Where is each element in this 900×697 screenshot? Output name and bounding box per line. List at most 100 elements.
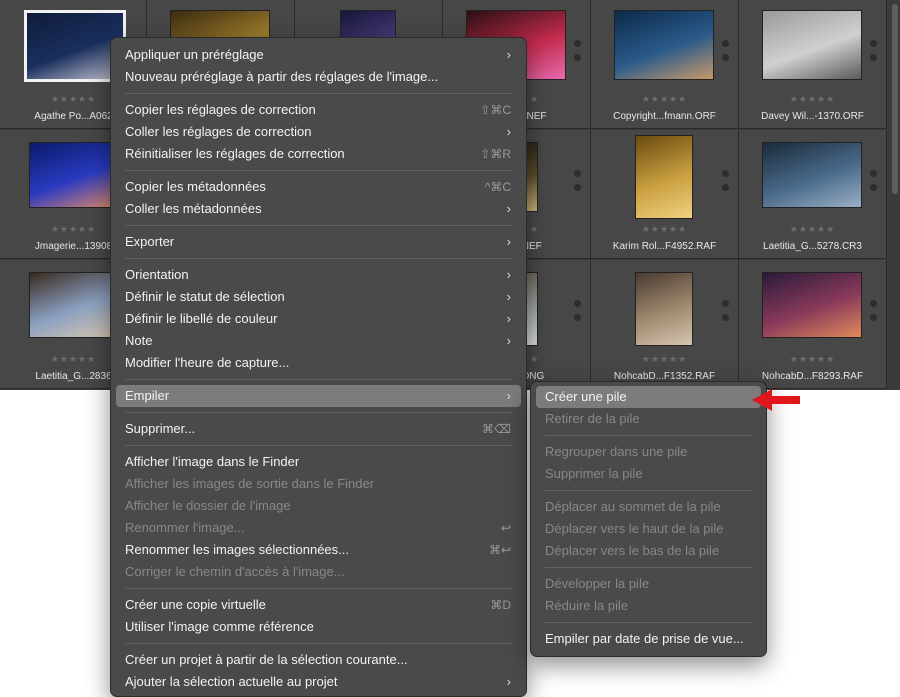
menu-separator — [125, 378, 512, 380]
thumbnail-cell[interactable]: ★★★★★ Karim Rol...F4952.RAF — [591, 130, 739, 259]
rating-stars[interactable]: ★★★★★ — [591, 94, 738, 105]
menu-item-label: Copier les réglages de correction — [125, 102, 316, 117]
thumbnail-badges — [722, 300, 730, 328]
menu-item-label: Retirer de la pile — [545, 411, 640, 426]
menu-item-label: Empiler — [125, 388, 170, 403]
menu-item[interactable]: Copier les réglages de correction ⇧⌘C — [116, 99, 521, 121]
chevron-right-icon: › — [506, 289, 511, 304]
menu-item-label: Modifier l'heure de capture... — [125, 355, 290, 370]
menu-item: Déplacer vers le bas de la pile — [536, 540, 761, 562]
thumbnail-filename: Karim Rol...F4952.RAF — [612, 241, 717, 252]
menu-item[interactable]: Coller les métadonnées › — [116, 198, 521, 220]
menu-item[interactable]: Orientation › — [116, 264, 521, 286]
menu-item[interactable]: Ajouter la sélection actuelle au projet › — [116, 671, 521, 693]
rating-stars[interactable]: ★★★★★ — [591, 224, 738, 235]
menu-item-label: Note — [125, 333, 153, 348]
menu-shortcut: ^⌘C — [484, 180, 511, 194]
badge-dot-icon — [574, 314, 581, 321]
menu-item[interactable]: Nouveau préréglage à partir des réglages… — [116, 66, 521, 88]
menu-item: Développer la pile — [536, 573, 761, 595]
badge-dot-icon — [574, 170, 581, 177]
menu-item[interactable]: Exporter › — [116, 231, 521, 253]
menu-shortcut: ⇧⌘R — [480, 147, 511, 161]
menu-item[interactable]: Utiliser l'image comme référence — [116, 616, 521, 638]
menu-item-label: Coller les réglages de correction — [125, 124, 312, 139]
menu-separator — [125, 587, 512, 589]
menu-item[interactable]: Supprimer... ⌘⌫ — [116, 418, 521, 440]
menu-separator — [545, 489, 752, 491]
thumbnail-image[interactable] — [634, 272, 693, 346]
chevron-right-icon: › — [506, 674, 511, 689]
menu-item[interactable]: Définir le libellé de couleur › — [116, 308, 521, 330]
menu-item-label: Ajouter la sélection actuelle au projet — [125, 674, 338, 689]
badge-dot-icon — [722, 170, 729, 177]
badge-dot-icon — [574, 300, 581, 307]
menu-item[interactable]: Renommer les images sélectionnées... ⌘↩ — [116, 539, 521, 561]
menu-item[interactable]: Définir le statut de sélection › — [116, 286, 521, 308]
menu-item[interactable]: Appliquer un préréglage › — [116, 44, 521, 66]
menu-item[interactable]: Afficher l'image dans le Finder — [116, 451, 521, 473]
thumbnail-image[interactable] — [613, 10, 714, 80]
thumbnail-badges — [722, 170, 730, 198]
menu-item[interactable]: Coller les réglages de correction › — [116, 121, 521, 143]
menu-item[interactable]: Créer une copie virtuelle ⌘D — [116, 594, 521, 616]
rating-stars[interactable]: ★★★★★ — [739, 224, 886, 235]
chevron-right-icon: › — [506, 201, 511, 216]
rating-stars[interactable]: ★★★★★ — [591, 354, 738, 365]
badge-dot-icon — [574, 54, 581, 61]
menu-separator — [125, 257, 512, 259]
menu-separator — [125, 444, 512, 446]
menu-item-label: Exporter — [125, 234, 175, 249]
thumbnail-image[interactable] — [28, 142, 117, 208]
badge-dot-icon — [722, 184, 729, 191]
menu-item[interactable]: Empiler par date de prise de vue... — [536, 628, 761, 650]
thumbnail-image[interactable] — [761, 142, 862, 208]
thumbnail-image[interactable] — [761, 10, 862, 80]
menu-separator — [125, 642, 512, 644]
thumbnail-badges — [870, 170, 878, 198]
chevron-right-icon: › — [506, 388, 511, 403]
menu-separator — [545, 566, 752, 568]
thumbnail-cell[interactable]: ★★★★★ Laetitia_G...5278.CR3 — [739, 130, 887, 259]
menu-item[interactable]: Copier les métadonnées ^⌘C — [116, 176, 521, 198]
menu-item: Corriger le chemin d'accès à l'image... — [116, 561, 521, 583]
thumbnail-cell[interactable]: ★★★★★ Copyright...fmann.ORF — [591, 0, 739, 129]
menu-item-label: Renommer les images sélectionnées... — [125, 542, 349, 557]
badge-dot-icon — [722, 40, 729, 47]
menu-shortcut: ⌘D — [490, 598, 511, 612]
menu-item: Retirer de la pile — [536, 408, 761, 430]
context-menu: Appliquer un préréglage › Nouveau prérégla… — [110, 37, 527, 697]
menu-item: Déplacer vers le haut de la pile — [536, 518, 761, 540]
thumbnail-image[interactable] — [761, 272, 862, 338]
thumbnail-cell[interactable]: ★★★★★ NohcabD...F1352.RAF — [591, 260, 739, 389]
menu-item-label: Coller les métadonnées — [125, 201, 262, 216]
menu-separator — [125, 224, 512, 226]
menu-item[interactable]: Modifier l'heure de capture... — [116, 352, 521, 374]
menu-item[interactable]: Réinitialiser les réglages de correction… — [116, 143, 521, 165]
badge-dot-icon — [574, 184, 581, 191]
thumbnail-cell[interactable]: ★★★★★ Davey Wil...-1370.ORF — [739, 0, 887, 129]
menu-item[interactable]: Empiler › — [116, 385, 521, 407]
menu-item: Réduire la pile — [536, 595, 761, 617]
thumbnail-filename: Copyright...fmann.ORF — [613, 111, 716, 122]
menu-item-label: Copier les métadonnées — [125, 179, 266, 194]
thumbnail-image[interactable] — [28, 272, 117, 338]
menu-item-label: Réduire la pile — [545, 598, 629, 613]
thumbnail-badges — [870, 300, 878, 328]
menu-item-label: Appliquer un préréglage — [125, 47, 264, 62]
thumbnail-cell[interactable]: ★★★★★ NohcabD...F8293.RAF — [739, 260, 887, 389]
thumbnail-badges — [574, 170, 582, 198]
rating-stars[interactable]: ★★★★★ — [739, 354, 886, 365]
menu-item-label: Supprimer... — [125, 421, 196, 436]
menu-item[interactable]: Créer une pile — [536, 386, 761, 408]
rating-stars[interactable]: ★★★★★ — [739, 94, 886, 105]
chevron-right-icon: › — [506, 267, 511, 282]
menu-item[interactable]: Créer un projet à partir de la sélection… — [116, 649, 521, 671]
menu-item[interactable]: Note › — [116, 330, 521, 352]
thumbnail-image[interactable] — [634, 135, 693, 219]
chevron-right-icon: › — [506, 124, 511, 139]
badge-dot-icon — [870, 314, 877, 321]
grid-scrollbar[interactable] — [892, 4, 898, 194]
menu-item-label: Réinitialiser les réglages de correction — [125, 146, 345, 161]
menu-item-label: Déplacer vers le haut de la pile — [545, 521, 724, 536]
